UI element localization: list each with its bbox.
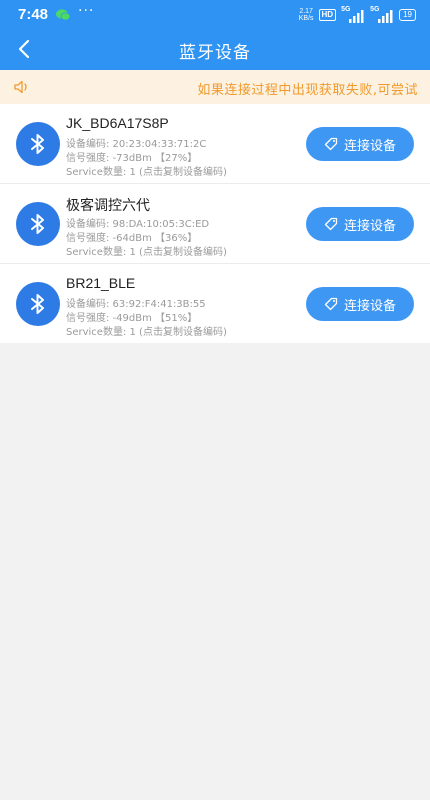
device-list: JK_BD6A17S8P 设备编码: 20:23:04:33:71:2C 信号强… [0, 104, 430, 343]
speaker-icon [14, 80, 27, 94]
device-item[interactable]: BR21_BLE 设备编码: 63:92:F4:41:3B:55 信号强度: -… [0, 264, 430, 343]
notice-bar: 如果连接过程中出现获取失败,可尝试 [0, 70, 430, 104]
device-service-count[interactable]: Service数量: 1 (点击复制设备编码) [66, 243, 227, 258]
bluetooth-icon [16, 202, 60, 246]
notice-text: 如果连接过程中出现获取失败,可尝试 [197, 83, 418, 98]
device-signal: 信号强度: -64dBm 【36%】 [66, 233, 198, 244]
page-title: 蓝牙设备 [179, 43, 251, 63]
connect-device-button[interactable]: 连接设备 [306, 127, 414, 161]
device-name: 极客调控六代 [66, 197, 150, 213]
connect-button-label: 连接设备 [343, 218, 396, 234]
network-speed: 2.17 KB/s [298, 8, 314, 22]
device-item[interactable]: JK_BD6A17S8P 设备编码: 20:23:04:33:71:2C 信号强… [0, 104, 430, 184]
clock: 7:48 [18, 6, 49, 23]
signal-icon: 5G [370, 6, 394, 23]
status-indicators: 2.17 KB/s HD 5G 5G 19 [298, 6, 416, 23]
app-header: 7:48 ··· 2.17 KB/s HD 5G 5G 19 蓝牙设备 [0, 0, 430, 70]
device-service-count[interactable]: Service数量: 1 (点击复制设备编码) [66, 323, 227, 338]
hd-badge: HD [318, 9, 337, 21]
connect-device-button[interactable]: 连接设备 [306, 207, 414, 241]
wechat-icon [56, 9, 70, 21]
device-signal: 信号强度: -73dBm 【27%】 [66, 153, 198, 164]
tag-icon [324, 297, 338, 311]
device-service-count[interactable]: Service数量: 1 (点击复制设备编码) [66, 163, 227, 178]
device-signal: 信号强度: -49dBm 【51%】 [66, 313, 198, 324]
device-name: JK_BD6A17S8P [66, 115, 169, 131]
bluetooth-icon [16, 122, 60, 166]
device-code[interactable]: 设备编码: 98:DA:10:05:3C:ED [66, 215, 209, 230]
battery-icon: 19 [399, 9, 416, 21]
device-code[interactable]: 设备编码: 20:23:04:33:71:2C [66, 135, 206, 150]
tag-icon [324, 137, 338, 151]
connect-button-label: 连接设备 [343, 138, 396, 154]
device-item[interactable]: 极客调控六代 设备编码: 98:DA:10:05:3C:ED 信号强度: -64… [0, 184, 430, 264]
device-name: BR21_BLE [66, 275, 136, 291]
connect-button-label: 连接设备 [343, 298, 396, 314]
more-notifications-icon: ··· [78, 3, 95, 19]
device-code[interactable]: 设备编码: 63:92:F4:41:3B:55 [66, 295, 206, 310]
signal-icon: 5G [341, 6, 365, 23]
status-bar: 7:48 ··· 2.17 KB/s HD 5G 5G 19 [0, 0, 430, 30]
tag-icon [324, 217, 338, 231]
bluetooth-icon [16, 282, 60, 326]
connect-device-button[interactable]: 连接设备 [306, 287, 414, 321]
